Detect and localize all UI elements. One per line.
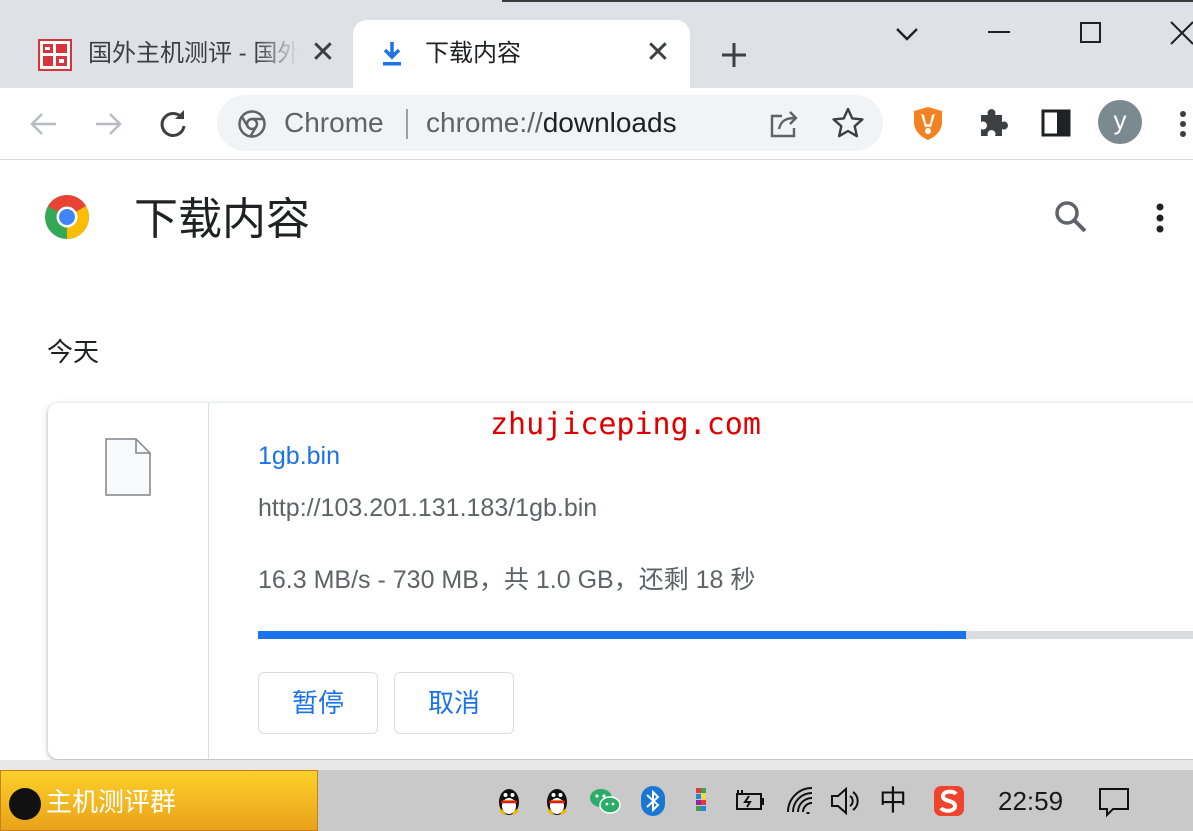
taskbar-clock[interactable]: 22:59 bbox=[998, 784, 1063, 818]
color-grid-app-icon[interactable] bbox=[684, 784, 718, 818]
minimize-icon[interactable] bbox=[983, 18, 1015, 50]
browser-menu-icon[interactable] bbox=[1172, 106, 1193, 142]
taskbar-group-button[interactable]: 主机测评群 bbox=[0, 770, 318, 831]
search-icon[interactable] bbox=[1052, 198, 1090, 236]
tab-title: 国外主机测评 - 国外 bbox=[88, 40, 298, 67]
url-scheme: chrome:// bbox=[426, 107, 543, 138]
site-logo-icon bbox=[38, 39, 72, 71]
download-icon bbox=[383, 42, 401, 66]
side-panel-icon[interactable] bbox=[1038, 105, 1074, 141]
date-header: 今天 bbox=[47, 337, 100, 367]
download-item-card: 1gb.bin http://103.201.131.183/1gb.bin 1… bbox=[48, 403, 1193, 759]
taskbar-gap bbox=[0, 760, 1193, 770]
tab-close-icon[interactable]: ✕ bbox=[308, 38, 338, 68]
tab-search-chevron-icon[interactable] bbox=[891, 18, 923, 50]
chrome-site-icon bbox=[238, 110, 266, 138]
taskbar-group-label: 主机测评群 bbox=[46, 787, 177, 817]
taskbar: 主机测评群 中 22:59 bbox=[0, 770, 1193, 831]
download-status: 16.3 MB/s - 730 MB，共 1.0 GB，还剩 18 秒 bbox=[258, 566, 756, 594]
close-window-icon[interactable] bbox=[1165, 18, 1193, 50]
wechat-icon[interactable] bbox=[588, 784, 622, 818]
site-chip-label: Chrome bbox=[284, 107, 384, 138]
forward-icon[interactable] bbox=[90, 106, 126, 142]
cancel-button[interactable]: 取消 bbox=[394, 672, 514, 734]
volume-icon[interactable] bbox=[828, 784, 862, 818]
ime-indicator[interactable]: 中 bbox=[876, 784, 910, 818]
battery-charging-icon[interactable] bbox=[732, 784, 766, 818]
browser-toolbar: Chrome chrome://downloads y bbox=[0, 88, 1193, 160]
tab-title: 下载内容 bbox=[425, 40, 521, 67]
bookmark-star-icon[interactable] bbox=[831, 106, 865, 140]
tab-close-icon[interactable]: ✕ bbox=[643, 38, 673, 68]
file-name-link[interactable]: 1gb.bin bbox=[258, 440, 340, 472]
extensions-puzzle-icon[interactable] bbox=[975, 105, 1011, 141]
watermark-text: zhujiceping.com bbox=[490, 407, 761, 442]
file-icon-column bbox=[48, 403, 209, 759]
more-options-icon[interactable] bbox=[1148, 200, 1172, 236]
sogou-input-icon[interactable] bbox=[932, 784, 966, 818]
page-title: 下载内容 bbox=[134, 195, 310, 244]
notification-center-icon[interactable] bbox=[1097, 784, 1131, 818]
back-icon[interactable] bbox=[26, 106, 62, 142]
download-progress-bar bbox=[258, 631, 1193, 639]
file-icon bbox=[105, 438, 151, 496]
download-progress-fill bbox=[258, 631, 966, 639]
maximize-icon[interactable] bbox=[1074, 18, 1106, 50]
pause-button[interactable]: 暂停 bbox=[258, 672, 378, 734]
chrome-logo-icon bbox=[45, 195, 89, 239]
omnibox-separator bbox=[406, 109, 408, 139]
window-border bbox=[502, 0, 1193, 2]
tab-downloads[interactable]: 下载内容 ✕ bbox=[353, 20, 690, 88]
file-source-url[interactable]: http://103.201.131.183/1gb.bin bbox=[258, 492, 597, 524]
bluetooth-icon[interactable] bbox=[636, 784, 670, 818]
reload-icon[interactable] bbox=[155, 106, 191, 142]
profile-avatar[interactable]: y bbox=[1098, 100, 1142, 144]
share-icon[interactable] bbox=[767, 107, 801, 141]
tab-strip: 国外主机测评 - 国外 ✕ 下载内容 ✕ bbox=[0, 0, 1193, 88]
shield-extension-icon[interactable] bbox=[910, 105, 946, 141]
tab-zhujiceping[interactable]: 国外主机测评 - 国外 ✕ bbox=[20, 20, 350, 88]
qq-penguin-icon[interactable] bbox=[492, 784, 526, 818]
group-logo-icon bbox=[9, 788, 41, 820]
url-text[interactable]: chrome://downloads bbox=[426, 105, 677, 141]
address-bar[interactable]: Chrome chrome://downloads bbox=[217, 95, 883, 151]
url-path: downloads bbox=[542, 107, 677, 138]
wifi-icon[interactable] bbox=[784, 784, 818, 818]
qq-penguin-icon[interactable] bbox=[540, 784, 574, 818]
new-tab-icon[interactable] bbox=[717, 38, 751, 72]
